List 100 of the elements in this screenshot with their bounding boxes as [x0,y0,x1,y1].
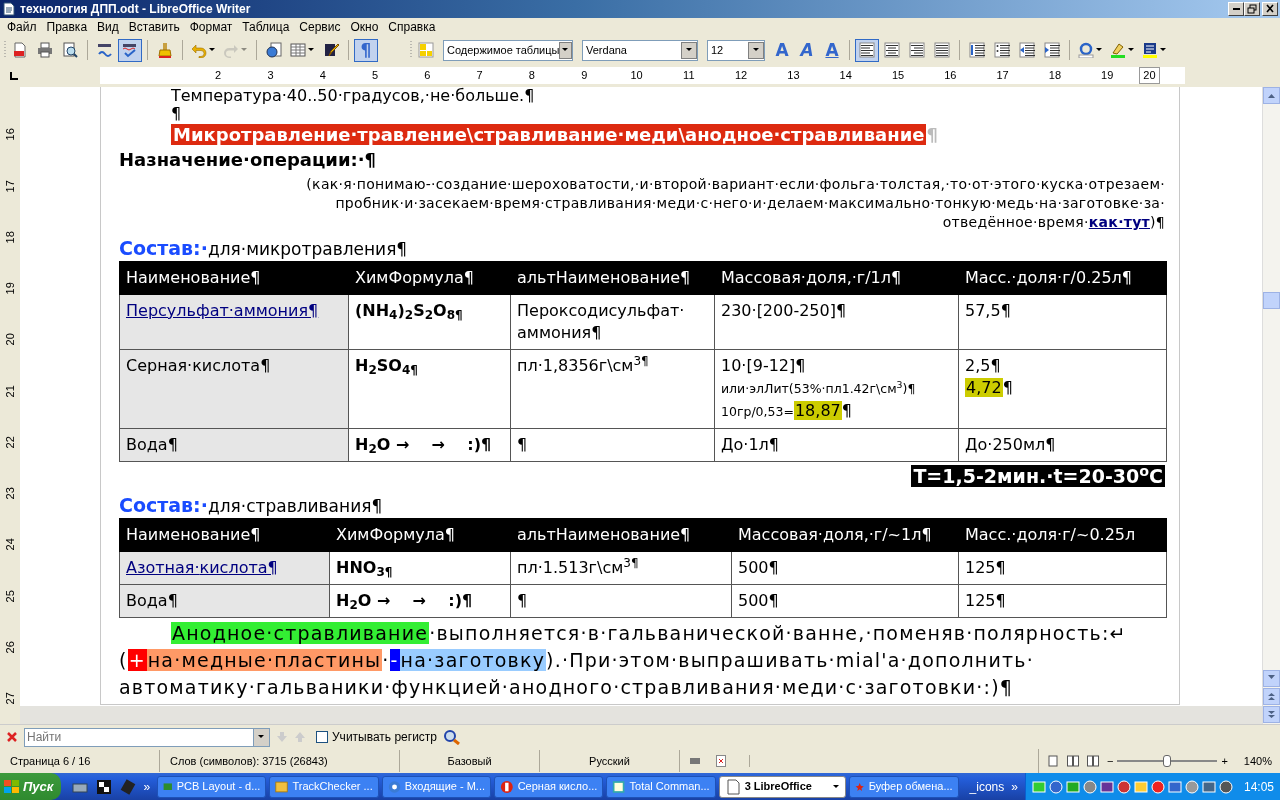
scroll-thumb[interactable] [1263,292,1280,309]
menu-item[interactable]: Справка [383,18,441,37]
taskbar-button[interactable]: 3 LibreOffice [718,775,847,798]
ruler-number: 2 [214,68,223,83]
taskbar-button[interactable]: Буфер обмена... [849,775,959,798]
column-header: Массовая·доля,·г/~1л¶ [731,518,959,552]
menu-item[interactable]: Сервис [294,18,346,37]
tray-icon[interactable] [1099,779,1114,794]
note-paragraph: (как·я·понимаю-·создание·шероховатости,·и·второй·вариант·если·фольга·толстая,·то·от·этого·куска·отрезаем·пробник·и·засекаем·время·стравливания·меди·с·него·и·делаем·максимально·тонкую·медь·на·заготовке·за·отведённое·время·как·тут)¶ [305,175,1165,232]
ruler-number: 14 [838,68,853,83]
tray-icon[interactable] [1184,779,1199,794]
tray-icon[interactable] [1201,779,1216,794]
menu-item[interactable]: Правка [41,18,93,37]
tray-icon[interactable] [1116,779,1131,794]
close-button[interactable] [1262,2,1278,16]
minimize-button[interactable] [1228,2,1244,16]
menu-item[interactable]: Окно [345,18,384,37]
taskbar-button[interactable]: TrackChecker ... [269,775,379,798]
app-icon [387,778,401,795]
menu-item[interactable]: Таблица [237,18,295,37]
column-header: ХимФормула¶ [329,518,511,552]
toolbar-grip[interactable] [410,40,413,60]
ruler-number: 10 [629,68,644,83]
column-header: Массовая·доля,·г/1л¶ [714,261,959,295]
checkbox[interactable] [316,731,328,743]
checker-icon[interactable] [96,778,113,795]
spellcheck-icon [122,42,138,58]
page-style: Базовый [400,750,540,772]
zoom-in-button[interactable]: + [1221,752,1228,770]
condition-label: T=1,5-2мин.·t=20-30$^{o}$C [911,465,1165,487]
scroll-up-button[interactable] [1263,87,1280,104]
caret-icon[interactable] [1096,48,1103,52]
flag-icon [4,779,20,794]
tray-icon[interactable] [1133,779,1148,794]
tray-icon[interactable] [1167,779,1182,794]
app-icon [724,778,741,795]
taskbar-button[interactable]: Серная кисло... [494,775,604,798]
zoom-out-button[interactable]: − [1107,752,1114,770]
toolbar-label: _icons [969,778,1005,796]
caret-icon[interactable] [209,48,216,52]
caret-icon[interactable] [685,48,693,52]
background-color-icon [1142,42,1158,58]
slider-thumb[interactable] [1163,755,1172,767]
section-caption: для·микротравления¶ [207,239,408,259]
menu-item[interactable]: Вставить [123,18,185,37]
close-icon[interactable] [6,731,18,743]
menu-item[interactable]: Файл [2,18,42,37]
tray-icon[interactable] [1082,779,1097,794]
tray-icon[interactable] [1218,779,1233,794]
paragraph-style-dropdown[interactable]: Содержимое таблицы [443,39,573,61]
page-preview-icon [62,42,78,58]
link[interactable]: Персульфат·аммония¶ [126,301,319,320]
bold-button[interactable]: A [770,38,794,62]
search-field[interactable]: Найти [24,727,254,747]
align-left-button[interactable] [855,38,879,62]
ruler-number: 5 [370,68,380,83]
italic-button[interactable]: A [795,38,819,62]
app-icon [500,778,514,795]
ruler-number: 24 [2,538,17,551]
taskbar-button[interactable]: PCB Layout - d... [157,775,267,798]
tray-icon[interactable] [1048,779,1063,794]
window-title: технология ДПП.odt - LibreOffice Writer [20,1,251,18]
single-page-view-icon[interactable] [1047,755,1059,767]
more-button[interactable]: » [143,777,151,796]
underline-button[interactable]: A [820,38,844,62]
font-size-dropdown[interactable]: 12 [707,39,765,61]
tray-icon[interactable] [1150,779,1165,794]
redo-icon [223,42,239,58]
caret-icon[interactable] [308,48,315,52]
page-count: Страница 6 / 16 [0,750,160,772]
pencil-icon [323,42,339,58]
start-button[interactable]: Пуск [0,773,62,800]
menu-item[interactable]: Вид [92,18,124,37]
caret-icon[interactable] [1160,48,1167,52]
ruler[interactable]: 2 3 4 5 6 7 8 9 10 11 12 13 14 15 16 17 18 19 20 [100,67,1185,84]
taskbar-button[interactable]: Total Comman... [606,775,716,798]
taskbar-button[interactable]: Входящие - M... [381,775,492,798]
ruler-number: 25 [2,589,17,602]
link[interactable]: Азотная·кислота¶ [126,558,278,577]
formatting-marks-button[interactable]: ¶ [354,38,378,62]
dropdown-button[interactable] [254,727,270,747]
restore-button[interactable] [1244,2,1260,16]
more-button[interactable]: » [1011,777,1018,796]
next-page-button[interactable] [1263,706,1280,723]
caret-icon[interactable] [1128,48,1135,52]
section-label: Состав:· [119,237,208,259]
ruler-number: 17 [995,68,1010,83]
menu-item[interactable]: Формат [184,18,238,37]
toolbar-grip[interactable] [4,40,7,60]
spellcheck-button[interactable] [118,38,142,62]
caret-icon[interactable] [562,48,570,52]
tab-stop-icon[interactable] [10,72,18,80]
search-icon[interactable] [443,729,462,745]
font-name-dropdown[interactable]: Verdana [582,39,698,61]
scroll-down-button[interactable] [1263,670,1280,687]
caret-icon[interactable] [752,48,760,52]
two-page-view-icon[interactable] [1067,755,1079,767]
previous-page-button[interactable] [1263,688,1280,705]
book-view-icon[interactable] [1087,755,1099,767]
link[interactable]: как·тут [1088,214,1150,230]
